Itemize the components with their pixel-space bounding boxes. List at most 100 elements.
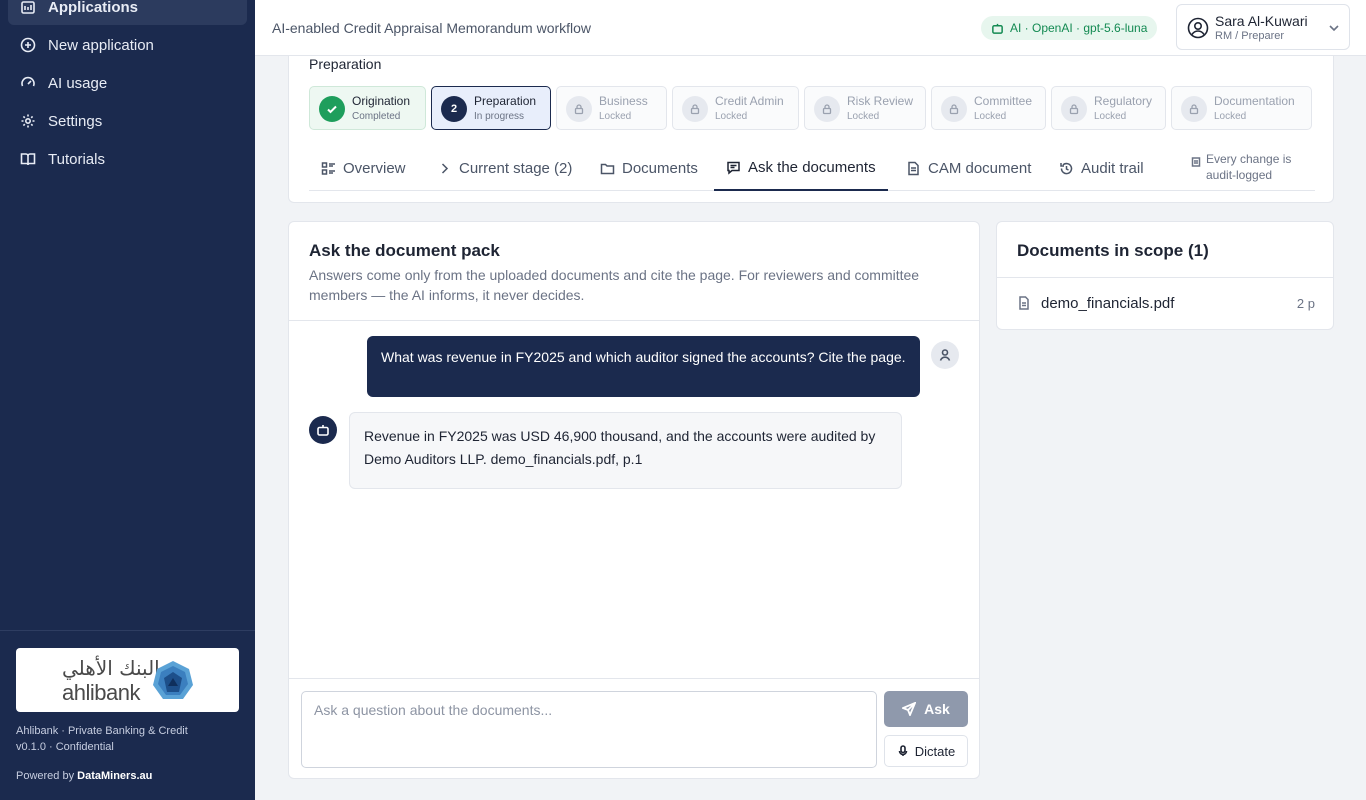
chat-icon bbox=[727, 161, 740, 175]
sidebar-item-settings[interactable]: Settings bbox=[8, 103, 247, 139]
document-row[interactable]: demo_financials.pdf 2 p bbox=[1017, 288, 1315, 318]
tab-documents[interactable]: Documents bbox=[600, 145, 698, 191]
tab-overview[interactable]: Overview bbox=[321, 145, 406, 191]
tab-label: Audit trail bbox=[1081, 159, 1144, 177]
book-icon bbox=[20, 151, 36, 167]
ahlibank-logo: البنك الأهلي ahlibank bbox=[16, 648, 239, 712]
sidebar-footer: البنك الأهلي ahlibank Ahlibank · Private… bbox=[0, 630, 255, 800]
overview-icon bbox=[321, 161, 335, 175]
lock-icon bbox=[682, 96, 708, 122]
stage-status: Locked bbox=[1094, 111, 1127, 122]
audit-note-line1: Every change is bbox=[1206, 152, 1292, 166]
stage-name: Credit Admin bbox=[715, 94, 784, 108]
stage-status: Locked bbox=[847, 111, 880, 122]
document-name: demo_financials.pdf bbox=[1041, 294, 1175, 312]
sidebar-item-ai-usage[interactable]: AI usage bbox=[8, 65, 247, 101]
stage-number-badge: 2 bbox=[441, 96, 467, 122]
stage-name: Committee bbox=[974, 94, 1033, 108]
workflow-panel: Preparation Origination Completed 2 Prep… bbox=[288, 56, 1334, 203]
stage-committee[interactable]: Committee Locked bbox=[931, 86, 1046, 130]
question-input[interactable] bbox=[301, 691, 877, 768]
stage-name: Preparation bbox=[474, 94, 537, 108]
stage-heading: Preparation bbox=[309, 56, 382, 72]
ask-button[interactable]: Ask bbox=[884, 691, 968, 727]
sidebar-item-label: New application bbox=[48, 36, 154, 54]
dictate-label: Dictate bbox=[914, 743, 956, 759]
sidebar-item-label: AI usage bbox=[48, 74, 108, 92]
footer-version-line: v0.1.0 · Confidential bbox=[16, 741, 114, 753]
stage-status: In progress bbox=[474, 111, 525, 122]
sidebar-item-label: Applications bbox=[48, 0, 139, 16]
page-title: AI-enabled Credit Appraisal Memorandum w… bbox=[272, 20, 592, 36]
gauge-icon bbox=[20, 75, 36, 91]
stage-status: Completed bbox=[352, 111, 401, 122]
dictate-button[interactable]: Dictate bbox=[884, 735, 968, 767]
stage-status: Locked bbox=[974, 111, 1007, 122]
sidebar: Applications New application AI usage Se… bbox=[0, 0, 255, 800]
stage-risk-review[interactable]: Risk Review Locked bbox=[804, 86, 926, 130]
tab-label: Overview bbox=[343, 159, 406, 177]
stage-documentation[interactable]: Documentation Locked bbox=[1171, 86, 1312, 130]
powered-by-prefix: Powered by bbox=[16, 770, 75, 782]
workflow-tabs: Overview Current stage (2) Documents Ask… bbox=[309, 145, 1315, 191]
stage-status: Locked bbox=[715, 111, 748, 122]
audit-log-icon bbox=[1191, 157, 1201, 167]
top-header: AI-enabled Credit Appraisal Memorandum w… bbox=[255, 0, 1366, 56]
user-menu[interactable]: Sara Al-Kuwari RM / Preparer bbox=[1176, 4, 1350, 50]
lock-icon bbox=[1181, 96, 1207, 122]
lock-icon bbox=[1061, 96, 1087, 122]
documents-in-scope-panel: Documents in scope (1) demo_financials.p… bbox=[996, 221, 1334, 330]
tab-label: CAM document bbox=[928, 159, 1032, 177]
ai-badge-label: AI · OpenAI · gpt-5.6-luna bbox=[1010, 21, 1148, 35]
audit-note: Every change is audit-logged bbox=[1191, 151, 1291, 183]
ask-documents-panel: Ask the document pack Answers come only … bbox=[288, 221, 980, 779]
assistant-message: Revenue in FY2025 was USD 46,900 thousan… bbox=[349, 412, 902, 489]
ask-label: Ask bbox=[924, 701, 950, 717]
tab-label: Ask the documents bbox=[748, 158, 876, 176]
history-icon bbox=[1060, 162, 1073, 174]
tab-current-stage[interactable]: Current stage (2) bbox=[437, 145, 572, 191]
tab-ask-the-documents[interactable]: Ask the documents bbox=[714, 145, 888, 191]
sidebar-item-applications[interactable]: Applications bbox=[8, 0, 247, 25]
tab-label: Current stage (2) bbox=[459, 159, 573, 177]
sidebar-item-label: Settings bbox=[48, 112, 103, 130]
logo-mark-icon bbox=[153, 661, 193, 699]
stage-origination[interactable]: Origination Completed bbox=[309, 86, 426, 130]
lock-icon bbox=[941, 96, 967, 122]
user-role: RM / Preparer bbox=[1215, 30, 1285, 42]
chevron-down-icon bbox=[1329, 25, 1339, 32]
folder-icon bbox=[600, 163, 615, 174]
check-icon bbox=[319, 96, 345, 122]
chevron-right-icon bbox=[441, 162, 449, 174]
stage-business[interactable]: Business Locked bbox=[556, 86, 667, 130]
stage-name: Risk Review bbox=[847, 94, 914, 108]
tab-cam-document[interactable]: CAM document bbox=[906, 145, 1031, 191]
audit-note-line2: audit-logged bbox=[1206, 168, 1273, 182]
gear-icon bbox=[20, 113, 36, 129]
divider bbox=[289, 320, 979, 321]
stage-name: Documentation bbox=[1214, 94, 1295, 108]
sidebar-item-new-application[interactable]: New application bbox=[8, 27, 247, 63]
logo-arabic-text: البنك الأهلي bbox=[62, 656, 160, 680]
stage-preparation[interactable]: 2 Preparation In progress bbox=[431, 86, 551, 130]
powered-by-brand[interactable]: DataMiners.au bbox=[77, 770, 152, 782]
robot-icon bbox=[992, 23, 1003, 34]
footer-powered-by: Powered by DataMiners.au bbox=[16, 770, 152, 782]
tab-audit-trail[interactable]: Audit trail bbox=[1059, 145, 1144, 191]
stage-regulatory[interactable]: Regulatory Locked bbox=[1051, 86, 1166, 130]
sidebar-item-label: Tutorials bbox=[48, 150, 105, 168]
chat-description: Answers come only from the uploaded docu… bbox=[309, 267, 920, 303]
stage-credit-admin[interactable]: Credit Admin Locked bbox=[672, 86, 799, 130]
stage-status: Locked bbox=[599, 111, 632, 122]
applications-icon bbox=[20, 0, 36, 15]
document-icon bbox=[908, 161, 919, 175]
divider bbox=[289, 678, 979, 679]
sidebar-item-tutorials[interactable]: Tutorials bbox=[8, 141, 247, 177]
microphone-icon bbox=[898, 745, 908, 756]
stage-name: Origination bbox=[352, 94, 411, 108]
stage-name: Regulatory bbox=[1094, 94, 1153, 108]
stage-status: Locked bbox=[1214, 111, 1247, 122]
logo-latin-text: ahlibank bbox=[62, 680, 140, 705]
bot-icon bbox=[309, 416, 337, 444]
ai-model-badge: AI · OpenAI · gpt-5.6-luna bbox=[981, 16, 1158, 40]
